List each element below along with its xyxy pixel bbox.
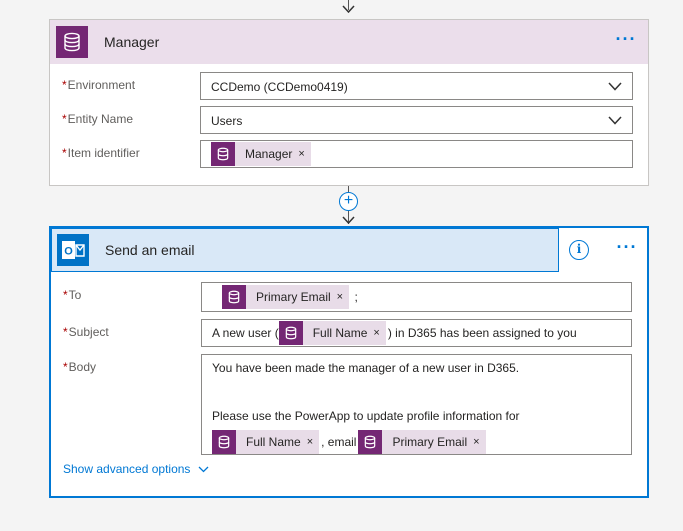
show-advanced-options-link[interactable]: Show advanced options [63,462,209,476]
entity-name-dropdown[interactable]: Users [200,106,633,134]
entity-name-label-text: Entity Name [67,112,134,126]
item-identifier-input[interactable]: Manager × [200,140,633,168]
send-email-card-title: Send an email [105,242,195,258]
full-name-token[interactable]: Full Name × [278,321,386,345]
body-label-text: Body [68,360,97,374]
chevron-down-icon [198,466,209,473]
environment-row: *Environment CCDemo (CCDemo0419) [62,72,633,100]
primary-email-token-label: Primary Email [392,435,468,449]
database-icon [211,142,235,166]
body-line-1: You have been made the manager of a new … [212,361,520,375]
database-icon [56,26,88,58]
subject-label: *Subject [63,325,109,339]
database-icon [222,285,246,309]
required-marker: * [63,288,68,302]
body-line-3: Full Name × , email Primary Email × [212,430,486,454]
manager-more-button[interactable]: ··· [612,30,640,52]
arrow-down-icon [342,216,355,224]
entity-name-label: *Entity Name [62,112,133,126]
send-email-header-content: O Send an email [51,228,647,272]
environment-dropdown[interactable]: CCDemo (CCDemo0419) [200,72,633,100]
entity-name-row: *Entity Name Users [62,106,633,134]
environment-value: CCDemo (CCDemo0419) [211,80,348,94]
manager-token-label: Manager [245,147,293,161]
to-label: *To [63,288,81,302]
subject-suffix: ) in D365 has been assigned to you [387,326,577,340]
subject-prefix: A new user ( [212,326,279,340]
remove-token-icon[interactable]: × [337,291,349,303]
remove-token-icon[interactable]: × [298,148,310,160]
send-email-action-card: O Send an email i ··· *To Primary Email … [49,226,649,498]
add-step-button[interactable]: + [339,192,358,211]
primary-email-token-label: Primary Email [256,290,331,304]
required-marker: * [63,325,68,339]
primary-email-token[interactable]: Primary Email × [222,285,350,309]
show-advanced-options-label: Show advanced options [63,462,191,476]
subject-label-text: Subject [68,325,109,339]
environment-label: *Environment [62,78,135,92]
required-marker: * [62,112,67,126]
chevron-down-icon [608,82,622,91]
to-suffix: ; [354,290,358,304]
item-identifier-label: *Item identifier [62,146,140,160]
body-label: *Body [63,360,96,374]
info-button[interactable]: i [569,240,589,260]
subject-row: *Subject A new user ( Full Name × ) in D… [63,319,632,347]
to-label-text: To [68,288,82,302]
outlook-icon: O [57,234,89,266]
chevron-down-icon [608,116,622,125]
entity-name-value: Users [211,114,243,128]
arrow-down-icon [342,5,355,13]
full-name-token[interactable]: Full Name × [212,430,320,454]
subject-input[interactable]: A new user ( Full Name × ) in D365 has b… [201,319,632,347]
database-icon [278,321,303,345]
send-email-more-button[interactable]: ··· [613,238,641,260]
body-row: *Body You have been made the manager of … [63,354,632,455]
remove-token-icon[interactable]: × [373,327,385,339]
primary-email-token[interactable]: Primary Email × [358,430,486,454]
full-name-token-label: Full Name [312,326,368,340]
required-marker: * [62,146,67,160]
to-input[interactable]: Primary Email × ; [201,282,632,312]
required-marker: * [62,78,67,92]
remove-token-icon[interactable]: × [473,436,485,448]
manager-card-header[interactable]: Manager ··· [50,20,648,64]
body-input[interactable]: You have been made the manager of a new … [201,354,632,455]
full-name-token-label: Full Name [246,435,301,449]
item-identifier-row: *Item identifier Manager × [62,140,633,168]
body-separator: , email [321,435,357,449]
required-marker: * [63,360,68,374]
manager-card-title: Manager [104,34,160,50]
body-line-2: Please use the PowerApp to update profil… [212,409,520,423]
to-row: *To Primary Email × ; [63,282,632,312]
manager-action-card: Manager ··· *Environment CCDemo (CCDemo0… [49,19,649,186]
database-icon [358,430,383,454]
database-icon [212,430,236,454]
manager-token[interactable]: Manager × [211,142,311,166]
environment-label-text: Environment [67,78,136,92]
item-identifier-label-text: Item identifier [67,146,140,160]
svg-text:O: O [64,246,73,258]
remove-token-icon[interactable]: × [307,436,319,448]
